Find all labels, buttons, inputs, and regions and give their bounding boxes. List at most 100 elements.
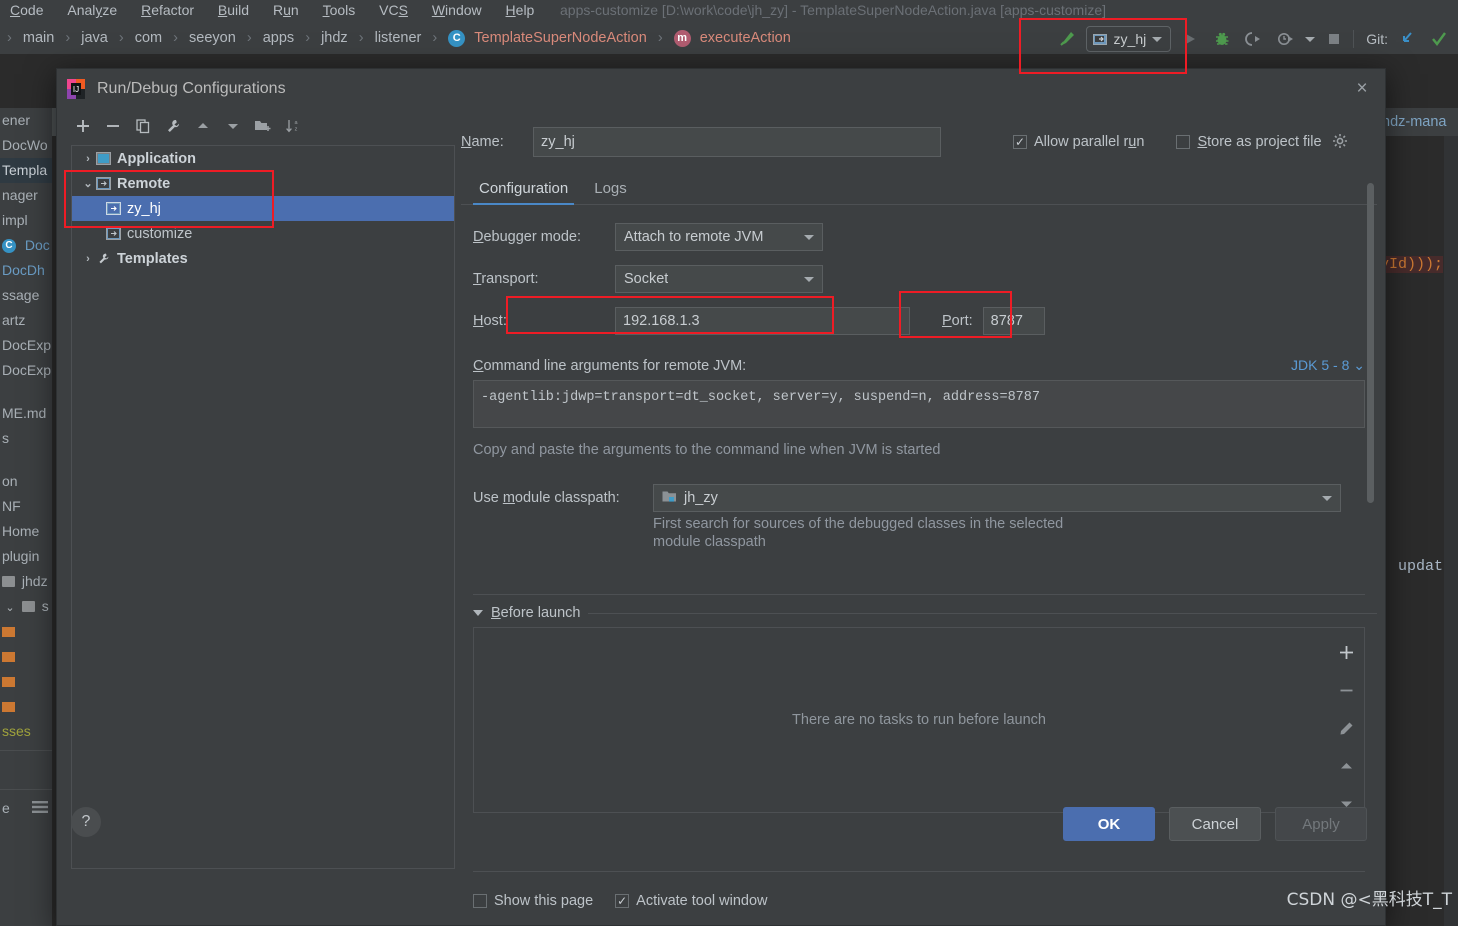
- project-item-file[interactable]: [0, 644, 52, 669]
- copy-icon[interactable]: [131, 114, 155, 138]
- chevron-down-icon[interactable]: [804, 276, 814, 282]
- show-this-page-checkbox[interactable]: Show this page: [473, 893, 593, 909]
- port-input[interactable]: [982, 307, 1045, 335]
- project-item-class[interactable]: C Doc: [0, 233, 52, 258]
- project-item[interactable]: DocExp: [0, 333, 52, 358]
- breadcrumb-seeyon[interactable]: seeyon: [189, 22, 236, 54]
- new-folder-icon[interactable]: [251, 114, 275, 138]
- apply-button[interactable]: Apply: [1275, 807, 1367, 841]
- menu-item-window[interactable]: Window: [422, 0, 492, 20]
- tab-logs[interactable]: Logs: [594, 180, 627, 204]
- profile-dropdown-icon[interactable]: [1305, 36, 1316, 42]
- chevron-right-icon[interactable]: ›: [80, 153, 96, 165]
- menu-item-help[interactable]: Help: [496, 0, 545, 20]
- project-item[interactable]: on: [0, 469, 52, 494]
- breadcrumb-com[interactable]: com: [135, 22, 162, 54]
- edit-task-icon[interactable]: [1336, 718, 1356, 738]
- menu-item-refactor[interactable]: Refactor: [131, 0, 204, 20]
- project-item[interactable]: ME.md: [0, 401, 52, 426]
- tree-node-application[interactable]: › Application: [72, 146, 454, 171]
- checkbox-box[interactable]: ✓: [1013, 135, 1027, 149]
- git-commit-icon[interactable]: [1426, 26, 1452, 52]
- breadcrumb-listener[interactable]: listener: [375, 22, 422, 54]
- menu-item-tools[interactable]: Tools: [313, 0, 366, 20]
- menu-item-vcs[interactable]: VCS: [369, 0, 418, 20]
- menu-item-analyze[interactable]: Analyze: [57, 0, 127, 20]
- editor-tab-label[interactable]: hdz-mana: [1382, 108, 1446, 136]
- activate-tool-window-checkbox[interactable]: ✓ Activate tool window: [615, 893, 768, 909]
- checkbox-box[interactable]: [1176, 135, 1191, 149]
- move-up-icon[interactable]: [1336, 756, 1356, 776]
- transport-select[interactable]: Socket: [615, 265, 823, 293]
- project-item[interactable]: NF: [0, 494, 52, 519]
- debugger-mode-select[interactable]: Attach to remote JVM: [615, 223, 823, 251]
- debug-button[interactable]: [1209, 26, 1235, 52]
- tree-node-remote[interactable]: ⌄ Remote: [72, 171, 454, 196]
- project-item-selected[interactable]: Templa: [0, 158, 52, 183]
- profile-icon[interactable]: [1273, 26, 1299, 52]
- run-button[interactable]: [1177, 26, 1203, 52]
- add-task-icon[interactable]: [1336, 642, 1356, 662]
- run-configuration-selector[interactable]: zy_hj: [1085, 26, 1172, 52]
- breadcrumb-apps[interactable]: apps: [263, 22, 294, 54]
- project-item[interactable]: ener: [0, 108, 52, 133]
- project-item-file[interactable]: [0, 619, 52, 644]
- before-launch-header[interactable]: Before launch: [473, 605, 1377, 621]
- chevron-down-icon[interactable]: ⌄: [80, 177, 96, 190]
- project-item-file[interactable]: [0, 694, 52, 719]
- remove-task-icon[interactable]: [1336, 680, 1356, 700]
- help-button[interactable]: ?: [71, 807, 101, 837]
- breadcrumb-main[interactable]: main: [23, 22, 54, 54]
- move-down-icon[interactable]: [221, 114, 245, 138]
- breadcrumb-jhdz[interactable]: jhdz: [321, 22, 348, 54]
- chevron-down-icon[interactable]: [804, 234, 814, 240]
- breadcrumb-class[interactable]: TemplateSuperNodeAction: [474, 22, 647, 54]
- chevron-down-icon[interactable]: ⌄: [2, 596, 18, 621]
- tree-node-customize[interactable]: customize: [72, 221, 454, 246]
- chevron-down-icon[interactable]: [473, 610, 483, 616]
- project-item[interactable]: DocWo: [0, 133, 52, 158]
- add-icon[interactable]: [71, 114, 95, 138]
- project-item[interactable]: s: [0, 426, 52, 451]
- jdk-version-selector[interactable]: JDK 5 - 8 ⌄: [1291, 357, 1365, 374]
- remove-icon[interactable]: [101, 114, 125, 138]
- cancel-button[interactable]: Cancel: [1169, 807, 1261, 841]
- store-as-project-file-checkbox[interactable]: Store as project file: [1176, 134, 1322, 150]
- chevron-down-icon[interactable]: [1152, 36, 1163, 42]
- move-up-icon[interactable]: [191, 114, 215, 138]
- menu-item-build[interactable]: Build: [208, 0, 259, 20]
- chevron-right-icon[interactable]: ›: [80, 253, 96, 265]
- sort-icon[interactable]: az: [281, 114, 305, 138]
- before-launch-task-list[interactable]: There are no tasks to run before launch: [473, 627, 1365, 813]
- args-textarea[interactable]: -agentlib:jdwp=transport=dt_socket, serv…: [473, 380, 1365, 428]
- menu-item-run[interactable]: Run: [263, 0, 309, 20]
- dialog-scrollbar[interactable]: [1366, 183, 1375, 873]
- edit-templates-wrench-icon[interactable]: [161, 114, 185, 138]
- project-item[interactable]: impl: [0, 208, 52, 233]
- breadcrumb-java[interactable]: java: [81, 22, 108, 54]
- project-item-file[interactable]: [0, 669, 52, 694]
- project-item[interactable]: DocDh: [0, 258, 52, 283]
- breadcrumb-method[interactable]: executeAction: [700, 22, 791, 54]
- scrollbar-thumb[interactable]: [1367, 183, 1374, 503]
- gear-icon[interactable]: [1332, 133, 1348, 152]
- menu-item-code[interactable]: CCodeode: [0, 0, 53, 20]
- host-input[interactable]: [615, 307, 910, 335]
- project-item-folder[interactable]: jhdz: [0, 569, 52, 594]
- git-update-icon[interactable]: [1394, 26, 1420, 52]
- build-hammer-icon[interactable]: [1054, 26, 1080, 52]
- checkbox-box[interactable]: [473, 894, 487, 908]
- tab-configuration[interactable]: Configuration: [472, 180, 575, 205]
- project-item-folder-open[interactable]: ⌄ s: [0, 594, 52, 619]
- ok-button[interactable]: OK: [1063, 807, 1155, 841]
- allow-parallel-run-checkbox[interactable]: ✓ Allow parallel run: [1013, 134, 1144, 150]
- chevron-down-icon[interactable]: [1322, 495, 1332, 501]
- name-input[interactable]: [533, 127, 941, 157]
- checkbox-box[interactable]: ✓: [615, 894, 630, 908]
- project-item[interactable]: DocExp: [0, 358, 52, 383]
- project-item[interactable]: sses: [0, 719, 52, 744]
- editor-scrollbar[interactable]: [1444, 136, 1458, 926]
- project-item[interactable]: plugin: [0, 544, 52, 569]
- stop-button[interactable]: [1321, 26, 1347, 52]
- project-item[interactable]: ssage: [0, 283, 52, 308]
